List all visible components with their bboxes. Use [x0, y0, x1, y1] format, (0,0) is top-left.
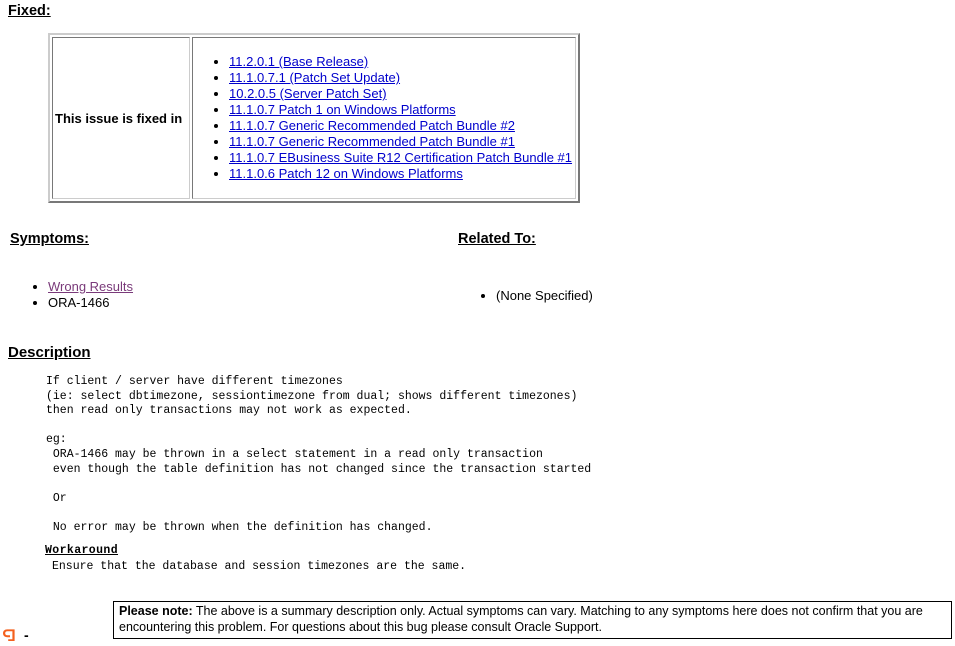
- list-item: Wrong Results: [48, 279, 133, 295]
- patch-link-2[interactable]: 11.1.0.7.1 (Patch Set Update): [229, 70, 400, 85]
- fixed-in-label-cell: This issue is fixed in: [52, 37, 190, 199]
- list-item: 11.1.0.7 Patch 1 on Windows Platforms: [229, 102, 575, 118]
- fixed-patch-list: 11.2.0.1 (Base Release) 11.1.0.7.1 (Patc…: [193, 54, 575, 182]
- fixed-in-label: This issue is fixed in: [55, 110, 183, 126]
- patch-link-5[interactable]: 11.1.0.7 Generic Recommended Patch Bundl…: [229, 118, 515, 133]
- symptom-link-wrong-results[interactable]: Wrong Results: [48, 279, 133, 294]
- fixed-in-table: This issue is fixed in 11.2.0.1 (Base Re…: [48, 33, 580, 203]
- please-note-box: Please note: The above is a summary desc…: [113, 601, 952, 639]
- list-item: ORA-1466: [48, 295, 133, 311]
- fixed-in-list-cell: 11.2.0.1 (Base Release) 11.1.0.7.1 (Patc…: [192, 37, 576, 199]
- symptoms-list: Wrong Results ORA-1466: [26, 279, 133, 311]
- table-row: This issue is fixed in 11.2.0.1 (Base Re…: [52, 37, 576, 199]
- description-section-heading: Description: [8, 344, 91, 361]
- patch-link-1[interactable]: 11.2.0.1 (Base Release): [229, 54, 368, 69]
- bottom-marker: -: [2, 628, 29, 642]
- symptoms-section-heading: Symptoms:: [10, 231, 89, 247]
- oracle-logo-icon: [3, 629, 15, 641]
- fixed-section-heading: Fixed:: [8, 3, 51, 19]
- workaround-body-text: Ensure that the database and session tim…: [52, 560, 467, 573]
- symptom-text-ora-1466: ORA-1466: [48, 295, 110, 310]
- patch-link-3[interactable]: 10.2.0.5 (Server Patch Set): [229, 86, 387, 101]
- related-to-none-specified: (None Specified): [496, 288, 593, 303]
- list-item: 11.1.0.7 EBusiness Suite R12 Certificati…: [229, 150, 575, 166]
- patch-link-7[interactable]: 11.1.0.7 EBusiness Suite R12 Certificati…: [229, 150, 572, 165]
- please-note-label: Please note:: [119, 604, 193, 618]
- related-to-list: (None Specified): [474, 288, 593, 304]
- please-note-text: The above is a summary description only.…: [119, 604, 923, 634]
- description-body-text: If client / server have different timezo…: [46, 375, 592, 534]
- patch-link-4[interactable]: 11.1.0.7 Patch 1 on Windows Platforms: [229, 102, 456, 117]
- list-item: 11.1.0.6 Patch 12 on Windows Platforms: [229, 166, 575, 182]
- patch-link-6[interactable]: 11.1.0.7 Generic Recommended Patch Bundl…: [229, 134, 515, 149]
- list-item: 11.1.0.7 Generic Recommended Patch Bundl…: [229, 118, 575, 134]
- list-item: 11.2.0.1 (Base Release): [229, 54, 575, 70]
- patch-link-8[interactable]: 11.1.0.6 Patch 12 on Windows Platforms: [229, 166, 463, 181]
- related-to-section-heading: Related To:: [458, 231, 536, 247]
- bottom-dash-text: -: [24, 627, 29, 643]
- list-item: 11.1.0.7 Generic Recommended Patch Bundl…: [229, 134, 575, 150]
- list-item: (None Specified): [496, 288, 593, 304]
- list-item: 10.2.0.5 (Server Patch Set): [229, 86, 575, 102]
- workaround-heading: Workaround: [45, 544, 119, 557]
- list-item: 11.1.0.7.1 (Patch Set Update): [229, 70, 575, 86]
